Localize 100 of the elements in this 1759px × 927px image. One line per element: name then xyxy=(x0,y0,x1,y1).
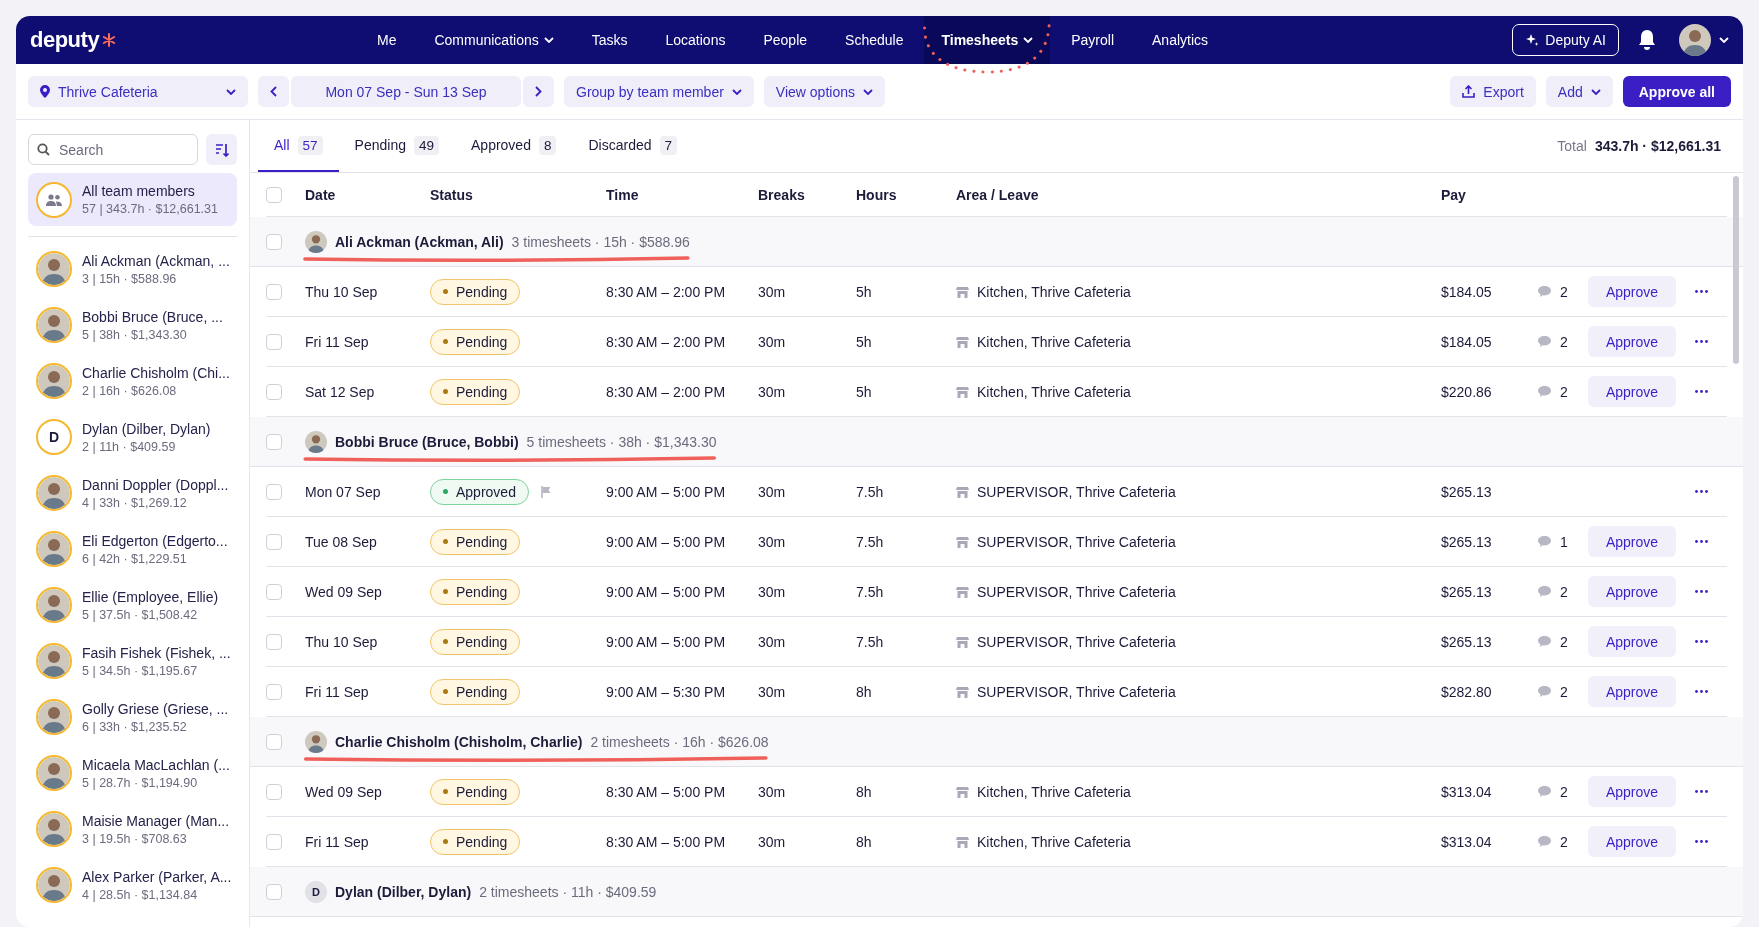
nav-item[interactable]: Analytics xyxy=(1135,16,1226,64)
nav-item[interactable]: People xyxy=(746,16,825,64)
pay-cell-text: $265.13 xyxy=(1441,583,1493,600)
sort-button[interactable] xyxy=(206,134,237,165)
approve-button[interactable]: Approve xyxy=(1588,576,1676,607)
nav-item[interactable]: Timesheets xyxy=(924,16,1051,64)
checkbox[interactable] xyxy=(266,283,282,300)
group-name: Dylan (Dilber, Dylan) xyxy=(335,883,472,900)
pay-cell-text: $184.05 xyxy=(1441,333,1493,350)
member-item[interactable]: Fasih Fishek (Fishek, ... 5 | 34.5h · $1,195.67 xyxy=(28,633,237,689)
approve-button[interactable]: Approve xyxy=(1588,276,1676,307)
member-item[interactable]: Eli Edgerton (Edgerto... 6 | 42h · $1,229.51 xyxy=(28,521,237,577)
nav-item[interactable]: Locations xyxy=(648,16,743,64)
checkbox[interactable] xyxy=(266,533,282,550)
checkbox[interactable] xyxy=(266,883,282,900)
comment-icon xyxy=(1538,586,1551,597)
approve-button[interactable]: Approve xyxy=(1588,776,1676,807)
status-badge: Pending xyxy=(430,828,521,855)
date-range-button[interactable]: Mon 07 Sep - Sun 13 Sep xyxy=(291,76,521,107)
member-item[interactable]: Micaela MacLachlan (... 5 | 28.7h · $1,194.90 xyxy=(28,745,237,801)
comment-count: 1 xyxy=(1560,533,1568,550)
approve-button[interactable]: Approve xyxy=(1588,626,1676,657)
filter-tab[interactable]: Pending 49 xyxy=(338,120,455,172)
checkbox[interactable] xyxy=(266,583,282,600)
nav-item[interactable]: Payroll xyxy=(1054,16,1131,64)
store-icon xyxy=(956,585,969,598)
checkbox[interactable] xyxy=(266,483,282,500)
approve-button[interactable]: Approve xyxy=(1588,676,1676,707)
checkbox[interactable] xyxy=(266,383,282,400)
member-item[interactable]: All team members 57 | 343.7h · $12,661.31 xyxy=(28,173,237,226)
member-item[interactable]: Charlie Chisholm (Chi... 2 | 16h · $626.08 xyxy=(28,353,237,409)
store-icon xyxy=(956,835,969,848)
approve-all-button[interactable]: Approve all xyxy=(1622,76,1731,107)
member-item[interactable]: Maisie Manager (Man... 3 | 19.5h · $708.63 xyxy=(28,801,237,857)
pay-cell-text: $265.13 xyxy=(1441,633,1493,650)
nav-item[interactable]: Tasks xyxy=(574,16,645,64)
avatar: D xyxy=(36,419,72,455)
count-badge: 7 xyxy=(659,135,677,155)
breaks-cell-text: 30m xyxy=(758,633,787,650)
store-icon xyxy=(956,535,969,548)
nav-item[interactable]: Schedule xyxy=(828,16,921,64)
pay-cell-text: $313.04 xyxy=(1441,833,1493,850)
view-options-select[interactable]: View options xyxy=(763,76,885,107)
ai-button[interactable]: Deputy AI xyxy=(1512,24,1619,56)
approve-button[interactable]: Approve xyxy=(1588,526,1676,557)
approve-button[interactable]: Approve xyxy=(1588,326,1676,357)
more-icon xyxy=(1694,790,1708,793)
hours-cell-text: 8h xyxy=(856,783,873,800)
avatar-icon xyxy=(305,230,327,253)
member-item[interactable]: Golly Griese (Griese, ... 6 | 33h · $1,235.52 xyxy=(28,689,237,745)
checkbox[interactable] xyxy=(266,833,282,850)
export-button[interactable]: Export xyxy=(1450,76,1536,107)
approve-button[interactable]: Approve xyxy=(1588,376,1676,407)
location-select[interactable]: Thrive Cafeteria xyxy=(28,76,248,107)
member-item[interactable]: Ellie (Employee, Ellie) 5 | 37.5h · $1,508.42 xyxy=(28,577,237,633)
more-icon xyxy=(1694,290,1708,293)
status-badge: Approved xyxy=(430,478,529,505)
group-by-select[interactable]: Group by team member xyxy=(564,76,754,107)
filter-tab[interactable]: Approved 8 xyxy=(455,120,573,172)
member-item[interactable]: Bobbi Bruce (Bruce, ... 5 | 38h · $1,343.30 xyxy=(28,297,237,353)
comment-count: 2 xyxy=(1560,683,1568,700)
member-summary: 5 | 34.5h · $1,195.67 xyxy=(82,663,199,678)
chevron-left-icon xyxy=(270,86,277,97)
member-item[interactable]: Alex Parker (Parker, A... 4 | 28.5h · $1,134.84 xyxy=(28,857,237,913)
total-value: 343.7h · $12,661.31 xyxy=(1594,138,1721,154)
filter-tab[interactable]: Discarded 7 xyxy=(572,120,693,172)
time-cell-text: 9:00 AM – 5:00 PM xyxy=(606,633,727,650)
checkbox[interactable] xyxy=(266,733,282,750)
search-field[interactable]: Search xyxy=(28,134,198,165)
approve-button[interactable]: Approve xyxy=(1588,826,1676,857)
checkbox[interactable] xyxy=(266,633,282,650)
search-icon xyxy=(37,143,50,156)
add-button[interactable]: Add xyxy=(1545,76,1613,107)
next-button[interactable] xyxy=(523,76,554,107)
scrollbar[interactable] xyxy=(1733,176,1739,364)
member-item[interactable]: D Dylan (Dilber, Dylan) 2 | 11h · $409.59 xyxy=(28,409,237,465)
checkbox[interactable] xyxy=(266,186,282,203)
store-icon xyxy=(956,785,969,798)
comment-icon xyxy=(1538,336,1551,347)
member-name: Bobbi Bruce (Bruce, ... xyxy=(82,308,223,325)
member-item[interactable]: Ali Ackman (Ackman, ... 3 | 15h · $588.96 xyxy=(28,241,237,297)
pay-cell-text: $313.04 xyxy=(1441,783,1493,800)
tab-label: Pending xyxy=(354,137,406,153)
member-item[interactable]: Danni Doppler (Doppl... 4 | 33h · $1,269.12 xyxy=(28,465,237,521)
avatar xyxy=(36,811,72,847)
member-name: Golly Griese (Griese, ... xyxy=(82,700,229,717)
filter-tab[interactable]: All 57 xyxy=(258,120,339,172)
nav-item[interactable]: Communications xyxy=(417,16,571,64)
checkbox[interactable] xyxy=(266,433,282,450)
previous-button[interactable] xyxy=(258,76,289,107)
checkbox[interactable] xyxy=(266,683,282,700)
date-cell-text: Mon 07 Sep xyxy=(305,483,382,500)
checkbox[interactable] xyxy=(266,233,282,250)
group-summary: 3 timesheets · 15h · $588.96 xyxy=(511,233,690,250)
checkbox[interactable] xyxy=(266,333,282,350)
group-summary: 5 timesheets · 38h · $1,343.30 xyxy=(526,433,717,450)
nav-item[interactable]: Me xyxy=(360,16,414,64)
bell-icon[interactable] xyxy=(1637,29,1657,51)
checkbox[interactable] xyxy=(266,783,282,800)
breaks-cell-text: 30m xyxy=(758,833,787,850)
